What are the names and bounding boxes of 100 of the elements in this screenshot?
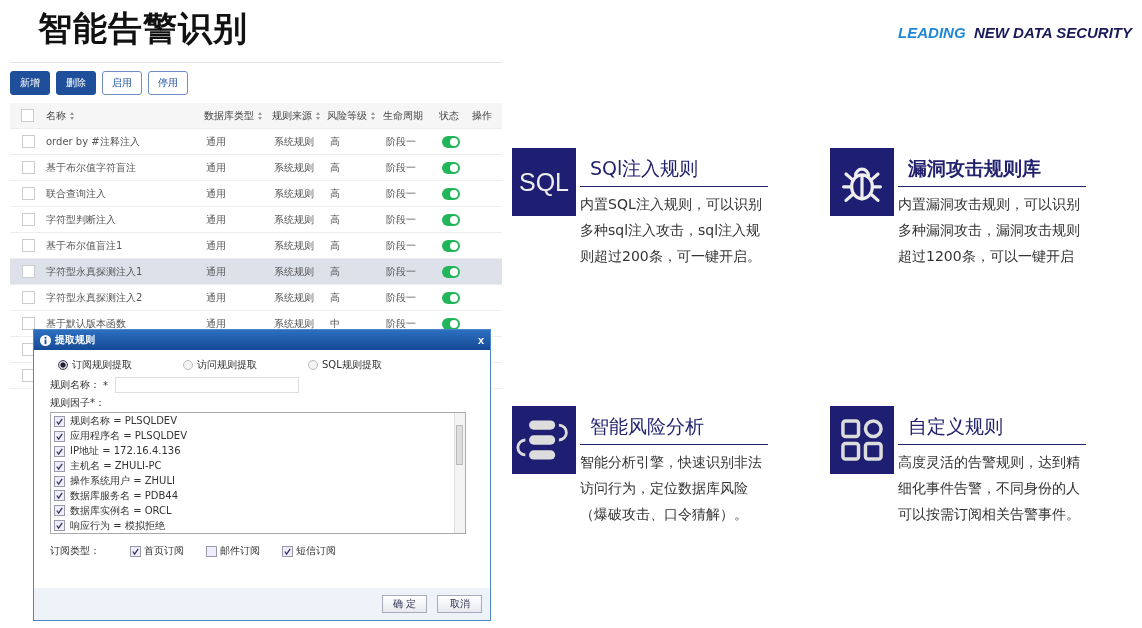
- toggle-switch[interactable]: [442, 213, 460, 226]
- table-cell: 中: [330, 316, 340, 331]
- factor-label: 主机名 = ZHULI-PC: [70, 459, 162, 474]
- table-row[interactable]: 字符型永真探测注入2 通用 系统规则 高 阶段一: [10, 285, 502, 311]
- checkbox[interactable]: [54, 460, 65, 472]
- checkbox[interactable]: [54, 490, 65, 502]
- checkbox[interactable]: [21, 161, 35, 174]
- table-cell: 基于布尔值盲注1: [46, 238, 123, 253]
- radio-button[interactable]: [58, 360, 68, 370]
- toggle-switch[interactable]: [442, 161, 460, 174]
- table-cell: 通用: [206, 316, 226, 331]
- table-cell: 通用: [206, 160, 226, 175]
- table-cell: 阶段一: [386, 160, 416, 175]
- column-header[interactable]: 操作: [472, 108, 493, 123]
- table-cell: 联合查询注入: [46, 186, 106, 201]
- dialog-button[interactable]: 确 定: [382, 595, 427, 613]
- table-cell: 字符型永真探测注入1: [46, 264, 143, 279]
- checkbox[interactable]: [21, 239, 35, 252]
- table-cell: 高: [330, 264, 340, 279]
- feature-description: 高度灵活的告警规则，达到精细化事件告警，不同身份的人可以按需订阅相关告警事件。: [898, 453, 1081, 524]
- table-cell: 阶段一: [386, 212, 416, 227]
- sort-icon[interactable]: [314, 110, 321, 121]
- table-cell: 基于默认版本函数: [46, 316, 126, 331]
- checkbox[interactable]: [282, 545, 293, 557]
- toggle-switch[interactable]: [442, 291, 460, 304]
- checkbox-label: 短信订阅: [296, 544, 336, 558]
- table-cell: 系统规则: [274, 160, 314, 175]
- checkbox[interactable]: [54, 505, 65, 517]
- checkbox[interactable]: [21, 187, 35, 200]
- feature-icon: SQL: [512, 148, 576, 216]
- table-cell: 字符型判断注入: [46, 212, 116, 227]
- feature-description: 内置漏洞攻击规则，可以识别多种漏洞攻击，漏洞攻击规则超过1200条，可以一键开启: [898, 195, 1081, 266]
- field-label: 规则名称：: [50, 378, 100, 392]
- sort-icon[interactable]: [257, 110, 264, 121]
- checkbox[interactable]: [21, 291, 35, 304]
- table-cell: 系统规则: [274, 264, 314, 279]
- table-cell: 基于布尔值字符盲注: [46, 160, 136, 175]
- toolbar-button[interactable]: 新增: [10, 71, 50, 95]
- table-cell: 阶段一: [386, 264, 416, 279]
- feature-description: 内置SQL注入规则，可以识别多种sql注入攻击，sql注入规则超过200条，可一键开启。: [580, 195, 763, 266]
- checkbox[interactable]: [54, 430, 65, 442]
- column-header[interactable]: 风险等级: [327, 108, 377, 123]
- toggle-switch[interactable]: [442, 239, 460, 252]
- table-cell: 通用: [206, 186, 226, 201]
- table-row[interactable]: 字符型永真探测注入1 通用 系统规则 高 阶段一: [10, 259, 502, 285]
- table-row[interactable]: order by #注释注入 通用 系统规则 高 阶段一: [10, 129, 502, 155]
- table-cell: 字符型永真探测注入2: [46, 290, 143, 305]
- table-cell: 通用: [206, 134, 226, 149]
- input-field[interactable]: [115, 377, 299, 393]
- column-header[interactable]: 生命周期: [382, 108, 423, 123]
- table-cell: 系统规则: [274, 238, 314, 253]
- feature-description: 智能分析引擎，快速识别非法访问行为，定位数据库风险（爆破攻击、口令猜解）。: [580, 453, 763, 524]
- checkbox[interactable]: [54, 475, 65, 487]
- checkbox[interactable]: [130, 545, 141, 557]
- factor-label: IP地址 = 172.16.4.136: [70, 444, 181, 459]
- column-header[interactable]: 数据库类型: [204, 108, 264, 123]
- checkbox[interactable]: [21, 317, 35, 330]
- checkbox-label: 邮件订阅: [220, 544, 260, 558]
- dialog-button[interactable]: 取消: [437, 595, 482, 613]
- close-button[interactable]: x: [477, 334, 484, 346]
- factor-label: 响应行为 = 模拟拒绝: [70, 518, 165, 533]
- table-cell: 系统规则: [274, 186, 314, 201]
- table-row[interactable]: 联合查询注入 通用 系统规则 高 阶段一: [10, 181, 502, 207]
- feature-title: 漏洞攻击规则库: [898, 148, 1086, 187]
- toggle-switch[interactable]: [442, 187, 460, 200]
- toolbar-button[interactable]: 删除: [56, 71, 96, 95]
- toolbar-button[interactable]: 停用: [148, 71, 188, 95]
- checkbox[interactable]: [54, 445, 65, 457]
- slide-title: 智能告警识别: [38, 7, 248, 50]
- checkbox[interactable]: [54, 520, 65, 532]
- table-row[interactable]: 字符型判断注入 通用 系统规则 高 阶段一: [10, 207, 502, 233]
- checkbox[interactable]: [206, 545, 217, 557]
- toggle-switch[interactable]: [442, 317, 460, 330]
- checkbox[interactable]: [21, 213, 35, 226]
- radio-button[interactable]: [308, 360, 318, 370]
- table-cell: 阶段一: [386, 186, 416, 201]
- table-cell: 阶段一: [386, 134, 416, 149]
- column-header[interactable]: 状态: [438, 108, 459, 123]
- scrollbar[interactable]: [454, 413, 465, 533]
- sort-icon[interactable]: [68, 110, 75, 121]
- required-mark: *: [103, 379, 108, 391]
- toggle-switch[interactable]: [442, 135, 460, 148]
- checkbox[interactable]: [21, 135, 35, 148]
- feature-icon: [830, 406, 894, 474]
- radio-label: 访问规则提取: [197, 358, 257, 372]
- column-header[interactable]: 名称: [45, 108, 75, 123]
- toggle-switch[interactable]: [442, 265, 460, 278]
- table-cell: 阶段一: [386, 290, 416, 305]
- checkbox[interactable]: [21, 109, 35, 122]
- toolbar-button[interactable]: 启用: [102, 71, 142, 95]
- column-header[interactable]: 规则来源: [271, 108, 321, 123]
- table-row[interactable]: 基于布尔值字符盲注 通用 系统规则 高 阶段一: [10, 155, 502, 181]
- feature-title: 自定义规则: [898, 406, 1086, 445]
- checkbox[interactable]: [54, 415, 65, 427]
- sort-icon[interactable]: [370, 110, 377, 121]
- checkbox[interactable]: [21, 265, 35, 278]
- radio-button[interactable]: [183, 360, 193, 370]
- table-cell: 通用: [206, 238, 226, 253]
- table-cell: 系统规则: [274, 212, 314, 227]
- factor-label: 应用程序名 = PLSQLDEV: [70, 429, 187, 444]
